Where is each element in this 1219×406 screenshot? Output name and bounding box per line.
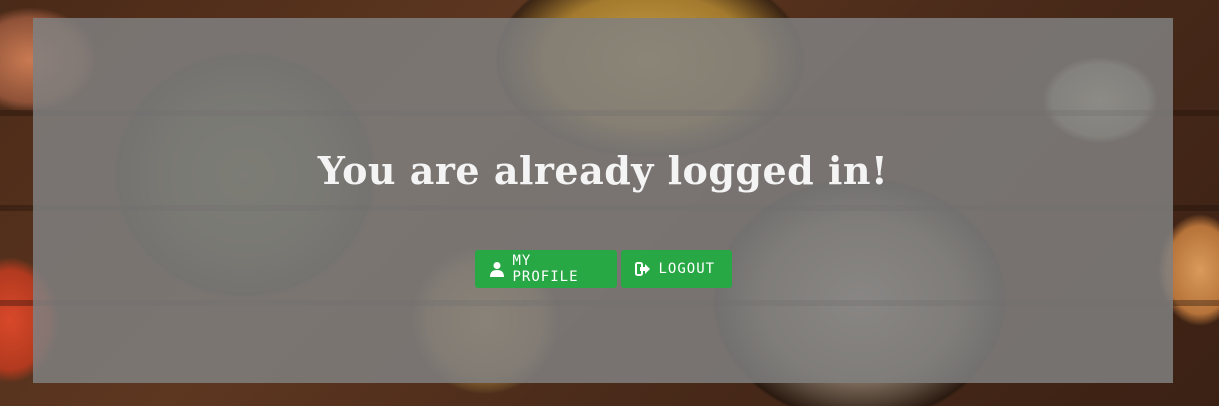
my-profile-button[interactable]: MY PROFILE [474, 250, 617, 288]
page-title: You are already logged in! [317, 148, 889, 193]
my-profile-label: MY PROFILE [512, 253, 579, 285]
logout-label: LOGOUT [658, 261, 716, 277]
action-buttons: MY PROFILE LOGOUT [33, 250, 1173, 288]
sign-out-icon [634, 261, 651, 277]
logout-button[interactable]: LOGOUT [620, 250, 732, 288]
login-status-panel: You are already logged in! MY PROFILE LO… [33, 18, 1173, 383]
user-icon [489, 261, 505, 277]
